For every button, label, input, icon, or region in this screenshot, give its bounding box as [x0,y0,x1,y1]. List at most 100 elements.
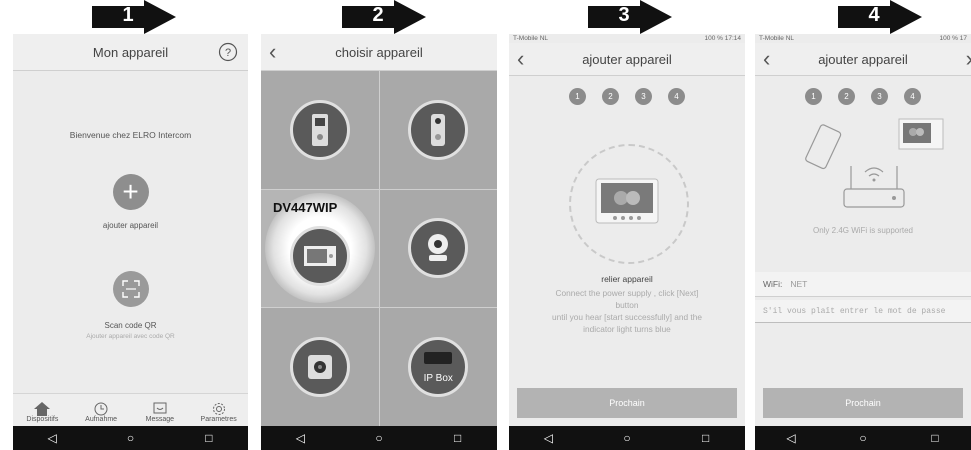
screen-ajouter-appareil-step4: T-Mobile NL 100 % 17 ajouter appareil ‹ … [755,34,971,450]
nav-home-button[interactable]: ○ [617,431,637,445]
device-image: IP Box [408,337,469,398]
nav-recents-button[interactable]: □ [448,431,468,445]
device-option-outdoor-station[interactable] [261,71,379,189]
welcome-text: Bienvenue chez ELRO Intercom [69,130,192,140]
bottom-tab-bar: Dispositifs Aufnahme Message Parametres [13,393,248,426]
screen-content: T-Mobile NL 100 % 17:14 ajouter appareil… [509,34,745,426]
screen-mon-appareil: Mon appareil ? Bienvenue chez ELRO Inter… [13,34,248,450]
message-icon [153,402,167,413]
doorbell-panel-icon [311,113,328,146]
screen-ajouter-appareil-step3: T-Mobile NL 100 % 17:14 ajouter appareil… [509,34,745,450]
top-bar: Mon appareil ? [13,34,248,71]
nav-recents-button[interactable]: □ [925,431,945,445]
camera-icon [428,234,449,262]
device-option-door-viewer[interactable] [261,308,379,426]
question-icon[interactable]: ? [218,42,238,62]
tab-label: Aufnahme [85,416,118,423]
nav-back-button[interactable]: ◁ [781,431,801,445]
wifi-password-input[interactable]: S'il vous plaît entrer le mot de passe [755,300,971,323]
nav-back-button[interactable]: ◁ [538,431,558,445]
connect-heading: relier appareil [601,274,653,284]
step-number-1: 1 [122,4,134,26]
step-indicator: 1 2 3 4 [755,88,971,105]
step-number-3: 3 [618,4,630,26]
selected-device-label: DV447WIP [273,199,338,215]
device-option-dv447wip[interactable]: DV447WIP [261,189,379,308]
nav-home-button[interactable]: ○ [369,431,389,445]
step-dot-2: 2 [838,88,855,105]
tab-aufnahme[interactable]: Aufnahme [72,394,131,426]
next-button[interactable]: Prochain [763,388,963,418]
step-dot-4: 4 [668,88,685,105]
instruction-line-2: button [615,300,639,310]
nav-back-button[interactable]: ◁ [290,431,310,445]
tab-label: Dispositifs [26,416,59,423]
forward-chevron-icon[interactable]: › [966,48,971,70]
instruction-line-4: indicator light turns blue [583,324,671,334]
step-dot-1: 1 [805,88,822,105]
nav-back-button[interactable]: ◁ [42,431,62,445]
step-dot-3: 3 [871,88,888,105]
step-dot-4: 4 [904,88,921,105]
home-icon [34,401,51,416]
device-image [408,99,469,160]
android-nav-bar: ◁ ○ □ [13,426,248,450]
back-chevron-icon[interactable]: ‹ [269,41,276,63]
back-chevron-icon[interactable]: ‹ [517,48,524,70]
plus-icon: + [122,176,139,207]
instruction-line-3: until you hear [start successfully] and … [552,312,702,322]
tab-message[interactable]: Message [131,394,190,426]
device-option-ip-box[interactable]: IP Box [379,308,497,426]
wifi-note: Only 2.4G WiFi is supported [812,226,914,235]
device-option-video-doorbell[interactable] [379,71,497,189]
tab-dispositifs[interactable]: Dispositifs [13,394,72,426]
device-option-ip-camera[interactable] [379,189,497,308]
ip-box-label: IP Box [423,373,453,385]
back-chevron-icon[interactable]: ‹ [763,48,770,70]
step-number-4: 4 [868,4,880,26]
add-device-label[interactable]: ajouter appareil [13,221,248,230]
nav-home-button[interactable]: ○ [853,431,873,445]
android-nav-bar: ◁ ○ □ [509,426,745,450]
step-number-2: 2 [372,4,384,26]
android-nav-bar: ◁ ○ □ [755,426,971,450]
svg-text:?: ? [225,47,231,59]
page-title: ajouter appareil [818,51,908,67]
top-bar: ajouter appareil ‹ [509,43,745,76]
step-dot-3: 3 [635,88,652,105]
indoor-monitor-image [595,178,659,224]
nav-recents-button[interactable]: □ [199,431,219,445]
monitor-icon [303,246,336,267]
page-title: ajouter appareil [582,51,672,67]
door-viewer-icon [307,355,332,380]
device-image [289,226,350,287]
clock-icon [94,402,108,415]
qr-scan-icon [121,280,140,298]
page-title: Mon appareil [92,44,169,60]
tab-parametres[interactable]: Parametres [189,394,248,426]
android-nav-bar: ◁ ○ □ [261,426,497,450]
device-image [408,218,469,279]
page-title: choisir appareil [335,44,423,60]
screen-content: T-Mobile NL 100 % 17 ajouter appareil ‹ … [755,34,971,426]
screen-content: Mon appareil ? Bienvenue chez ELRO Inter… [13,34,248,426]
top-bar: ajouter appareil ‹ › [755,43,971,76]
nav-home-button[interactable]: ○ [120,431,140,445]
screen-choisir-appareil: choisir appareil ‹ DV447WIP IP Box ◁ ○ □ [261,34,497,450]
device-image [289,337,350,398]
add-device-button[interactable]: + [112,174,149,210]
instruction-line-1: Connect the power supply , click [Next] [555,288,699,298]
scan-qr-label[interactable]: Scan code QR [13,321,248,330]
scan-qr-button[interactable] [112,271,149,307]
step-indicator: 1 2 3 4 [509,88,745,105]
nav-recents-button[interactable]: □ [696,431,716,445]
wifi-label: WiFi: [763,279,783,289]
screen-content: choisir appareil ‹ DV447WIP IP Box [261,34,497,426]
device-image [289,99,350,160]
device-grid: DV447WIP IP Box [261,71,497,426]
tab-label: Parametres [200,416,237,423]
next-button[interactable]: Prochain [517,388,737,418]
doorbell-icon [431,113,446,146]
wifi-ssid-value[interactable]: NET [790,279,807,289]
tab-label: Message [145,416,175,423]
